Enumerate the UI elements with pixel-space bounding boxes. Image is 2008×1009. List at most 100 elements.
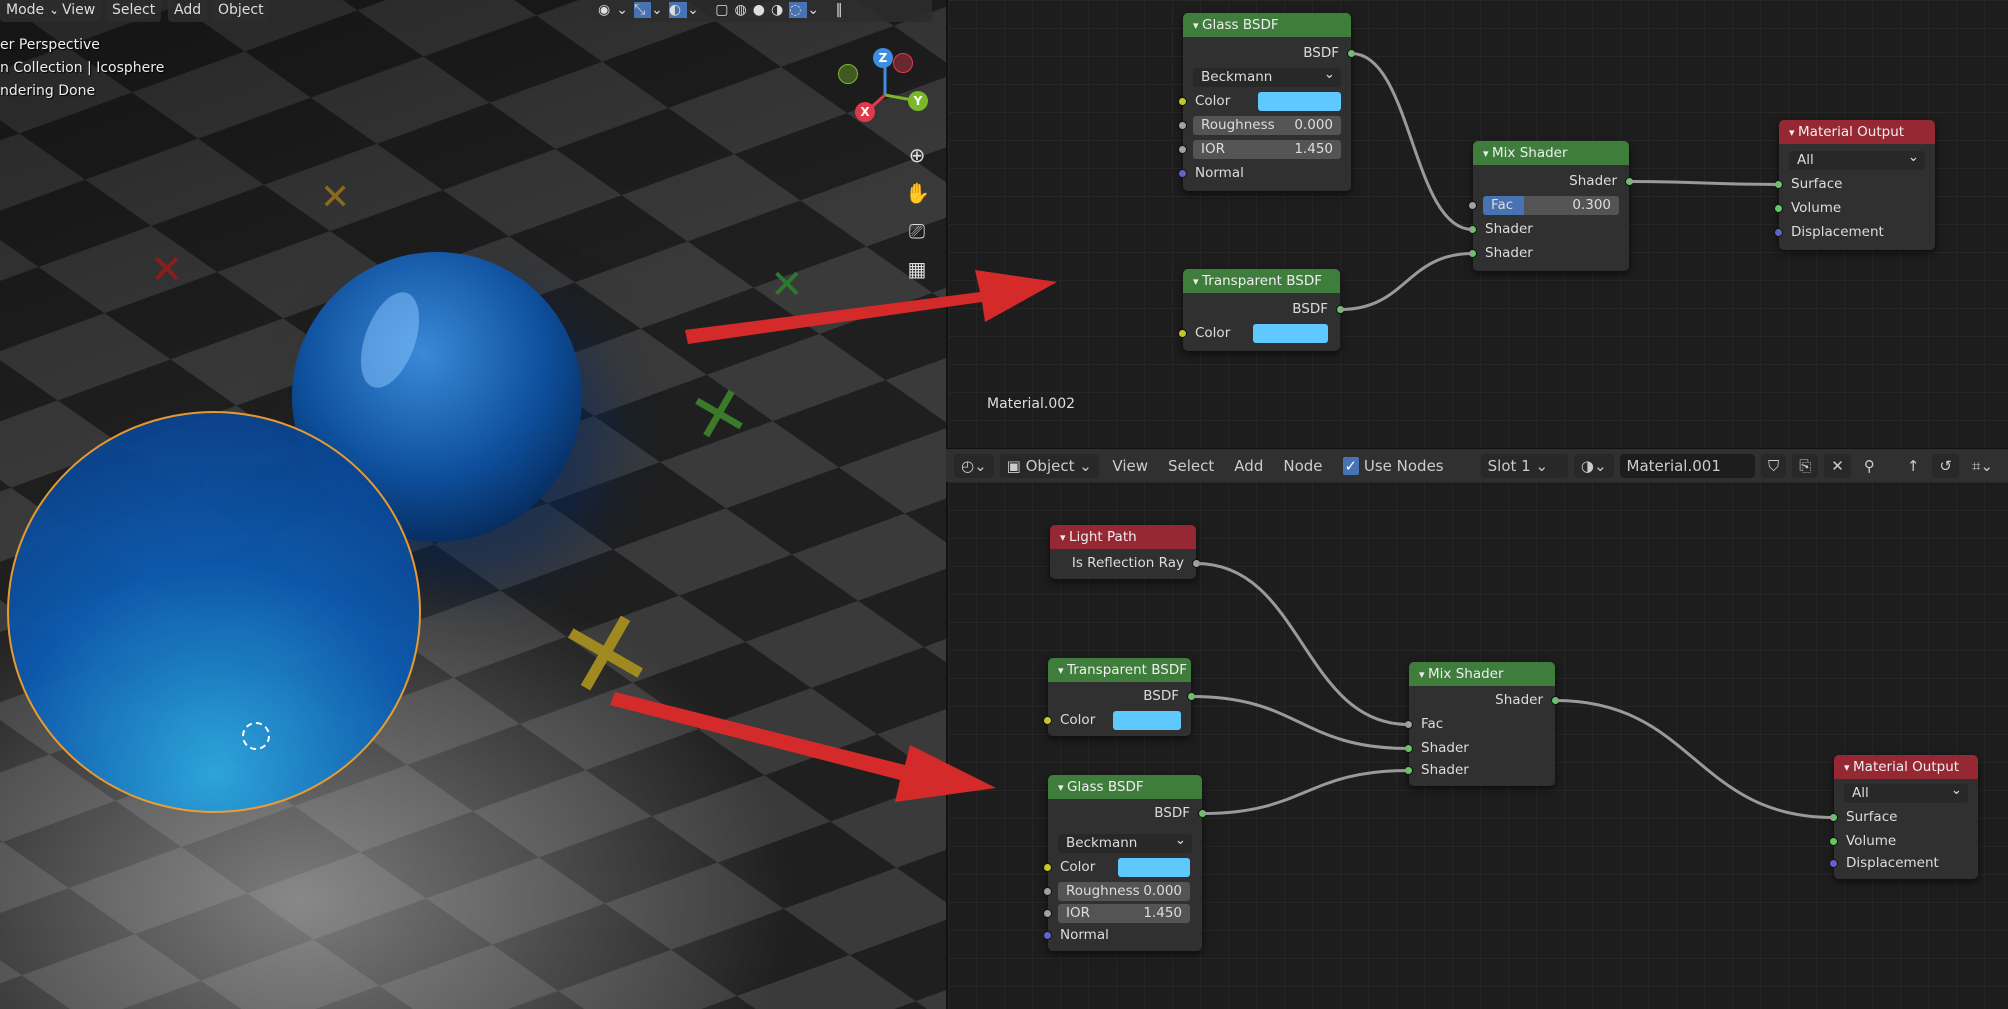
roughness-field[interactable]: Roughness 0.000: [1193, 116, 1341, 135]
material-name-field[interactable]: Material.001: [1619, 453, 1755, 478]
output-socket[interactable]: [1187, 692, 1196, 701]
glass-bsdf-node[interactable]: Glass BSDF BSDF Beckmann Color Roughness…: [1178, 13, 1356, 191]
input-socket[interactable]: [1043, 863, 1052, 872]
mix-shader-node[interactable]: Mix Shader Shader Fac Shader Shader: [1404, 662, 1560, 786]
hand-icon[interactable]: ✋: [905, 181, 930, 205]
input-socket[interactable]: [1829, 813, 1838, 822]
view-menu[interactable]: View: [56, 0, 102, 22]
editor-type-button[interactable]: ◴⌄: [954, 453, 994, 478]
gizmo-neg-y[interactable]: [838, 64, 858, 84]
color-swatch[interactable]: [1253, 324, 1328, 343]
fac-slider[interactable]: Fac 0.300: [1483, 196, 1619, 215]
output-socket[interactable]: [1551, 696, 1560, 705]
overlay-icon[interactable]: ◐: [668, 2, 688, 18]
parent-node-tree-icon[interactable]: ↑: [1900, 454, 1927, 478]
node-title[interactable]: Material Output: [1834, 755, 1978, 779]
xray-icon[interactable]: ▢: [715, 2, 734, 18]
select-menu[interactable]: Select: [106, 0, 162, 22]
input-socket[interactable]: [1774, 204, 1783, 213]
transparent-bsdf-node[interactable]: Transparent BSDF BSDF Color: [1178, 269, 1345, 351]
input-socket[interactable]: [1468, 249, 1477, 258]
pin-icon[interactable]: ⚲: [1857, 454, 1882, 478]
output-socket[interactable]: [1347, 49, 1356, 58]
distribution-dropdown[interactable]: Beckmann: [1193, 65, 1341, 87]
node-title[interactable]: Transparent BSDF: [1048, 658, 1191, 682]
camera-icon[interactable]: ⎚: [905, 219, 929, 243]
gizmo-x[interactable]: X: [855, 102, 875, 122]
add-menu[interactable]: Add: [1227, 454, 1270, 478]
input-socket[interactable]: [1178, 145, 1187, 154]
output-socket[interactable]: [1625, 177, 1634, 186]
fake-user-icon[interactable]: ⛉: [1760, 453, 1787, 478]
snap-mode-icon[interactable]: ⌗⌄: [1965, 454, 2000, 478]
use-nodes-checkbox[interactable]: ✓ Use Nodes: [1336, 454, 1451, 478]
input-socket[interactable]: [1404, 720, 1413, 729]
node-title[interactable]: Glass BSDF: [1183, 13, 1351, 37]
gizmo-neg-x[interactable]: [893, 53, 913, 73]
color-swatch[interactable]: [1118, 858, 1190, 877]
input-socket[interactable]: [1043, 887, 1052, 896]
target-dropdown[interactable]: All: [1844, 781, 1968, 803]
material-output-node[interactable]: Material Output All Surface Volume Displ…: [1829, 755, 1978, 879]
input-socket[interactable]: [1178, 329, 1187, 338]
input-socket[interactable]: [1829, 859, 1838, 868]
duplicate-icon[interactable]: ⎘: [1792, 453, 1819, 478]
grid-icon[interactable]: ▦: [905, 257, 929, 281]
3d-cursor[interactable]: [242, 722, 270, 750]
node-menu[interactable]: Node: [1276, 454, 1329, 478]
3d-viewport[interactable]: ✕ ✕ ✕ ✕ ✕ ✕ Mode ⌄ View Select Add Objec…: [0, 0, 946, 1009]
input-socket[interactable]: [1178, 121, 1187, 130]
pause-icon[interactable]: ‖: [836, 2, 849, 18]
transparent-bsdf-node[interactable]: Transparent BSDF BSDF Color: [1043, 658, 1196, 736]
target-dropdown[interactable]: All: [1789, 148, 1925, 170]
node-title[interactable]: Mix Shader: [1473, 141, 1629, 165]
color-swatch[interactable]: [1113, 711, 1181, 730]
color-swatch[interactable]: [1258, 92, 1341, 111]
material-output-node[interactable]: Material Output All Surface Volume Displ…: [1774, 120, 1935, 250]
rendered-icon[interactable]: ◌: [789, 2, 808, 18]
distribution-dropdown[interactable]: Beckmann: [1058, 831, 1192, 853]
input-socket[interactable]: [1404, 744, 1413, 753]
view-menu[interactable]: View: [1105, 454, 1155, 478]
solid-icon[interactable]: ●: [753, 2, 771, 18]
input-socket[interactable]: [1043, 716, 1052, 725]
node-title[interactable]: Mix Shader: [1409, 662, 1555, 686]
snap-icon[interactable]: ↺: [1932, 453, 1959, 478]
object-mode-dropdown[interactable]: ▣ Object ⌄: [999, 453, 1100, 478]
ior-field[interactable]: IOR 1.450: [1193, 140, 1341, 159]
wireframe-icon[interactable]: ◍: [735, 2, 753, 18]
output-socket[interactable]: [1198, 809, 1207, 818]
selected-icosphere[interactable]: [7, 411, 421, 813]
node-title[interactable]: Light Path: [1050, 525, 1196, 549]
roughness-field[interactable]: Roughness 0.000: [1058, 882, 1190, 901]
add-menu[interactable]: Add: [168, 0, 208, 22]
input-socket[interactable]: [1468, 225, 1477, 234]
input-socket[interactable]: [1829, 837, 1838, 846]
light-path-node[interactable]: Light Path Is Reflection Ray: [1050, 525, 1201, 579]
input-socket[interactable]: [1774, 180, 1783, 189]
material-preview-icon[interactable]: ◑: [771, 2, 789, 18]
select-menu[interactable]: Select: [1161, 454, 1221, 478]
gizmo-y[interactable]: Y: [908, 91, 928, 111]
input-socket[interactable]: [1404, 766, 1413, 775]
input-socket[interactable]: [1043, 909, 1052, 918]
mix-shader-node[interactable]: Mix Shader Shader Fac 0.300 Shader Shader: [1468, 141, 1634, 271]
glass-bsdf-node[interactable]: Glass BSDF BSDF Beckmann Color Roughness…: [1043, 775, 1207, 951]
input-socket[interactable]: [1178, 169, 1187, 178]
output-socket[interactable]: [1336, 305, 1345, 314]
output-socket[interactable]: [1192, 559, 1201, 568]
input-socket[interactable]: [1178, 97, 1187, 106]
node-title[interactable]: Transparent BSDF: [1183, 269, 1340, 293]
shading-toolbar[interactable]: ◉⌄⤡⌄◐⌄ ▢◍●◑◌⌄ ‖: [592, 0, 932, 22]
node-title[interactable]: Material Output: [1779, 120, 1935, 144]
gizmo-toggle-icon[interactable]: ⤡: [633, 2, 652, 18]
node-title[interactable]: Glass BSDF: [1048, 775, 1202, 799]
unlink-icon[interactable]: ✕: [1824, 453, 1851, 478]
gizmo-z[interactable]: Z: [873, 48, 893, 68]
visibility-icon[interactable]: ◉⌄: [598, 2, 634, 18]
input-socket[interactable]: [1468, 201, 1477, 210]
zoom-icon[interactable]: ⊕: [905, 143, 929, 167]
material-browse-button[interactable]: ◑⌄: [1573, 453, 1614, 478]
slot-dropdown[interactable]: Slot 1 ⌄: [1480, 453, 1568, 478]
object-menu[interactable]: Object: [212, 0, 270, 22]
